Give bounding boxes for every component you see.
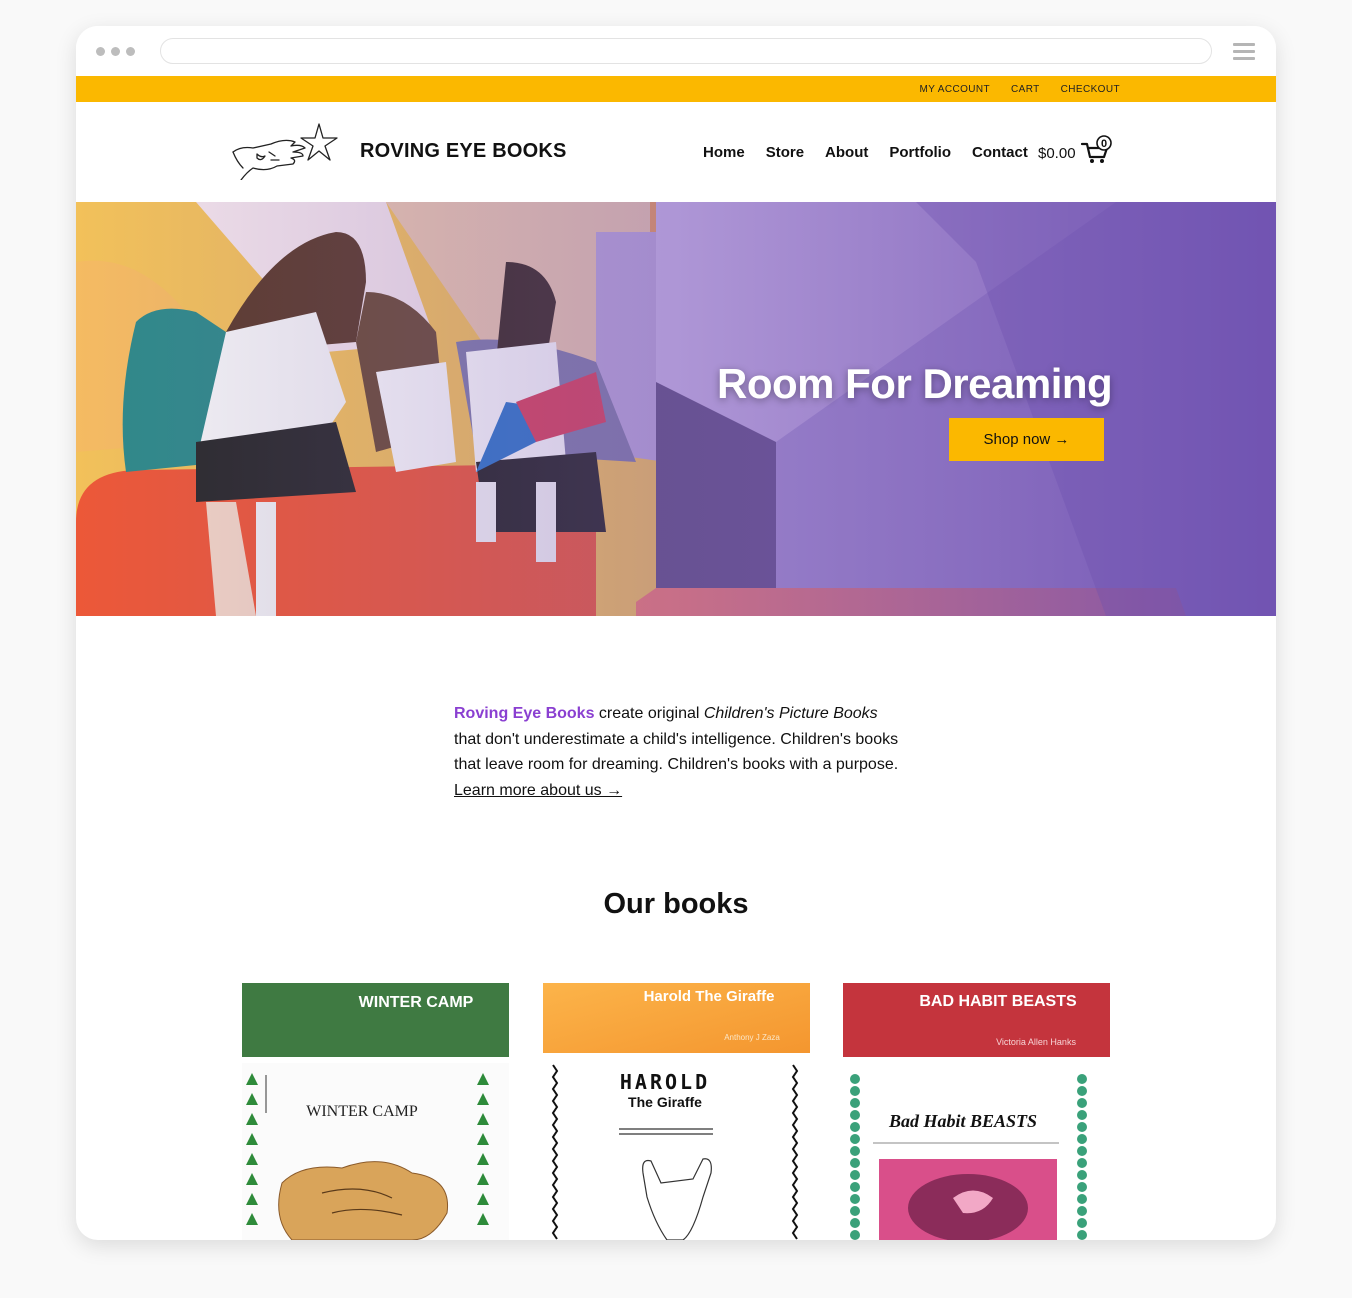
books-heading: Our books xyxy=(603,888,749,920)
cart-count: 0 xyxy=(1101,138,1107,150)
window-dot xyxy=(96,47,105,56)
nav-portfolio[interactable]: Portfolio xyxy=(889,144,951,161)
hero-banner: Room For Dreaming Shop now → xyxy=(76,202,1276,616)
checkout-link[interactable]: CHECKOUT xyxy=(1061,84,1120,95)
book-card-harold-the-giraffe[interactable]: Harold The Giraffe Anthony J Zaza HAROLD… xyxy=(543,983,810,1240)
address-bar[interactable] xyxy=(160,38,1212,64)
site-title[interactable]: ROVING EYE BOOKS xyxy=(360,140,567,163)
hero-title: Room For Dreaming xyxy=(717,360,1113,407)
intro-text-2: that don't underestimate a child's intel… xyxy=(454,730,899,774)
main-nav: Home Store About Portfolio Contact xyxy=(703,144,1028,161)
book-cover-title: WINTER CAMP xyxy=(306,1103,418,1120)
window-controls xyxy=(96,47,135,56)
book-card-winter-camp[interactable]: WINTER CAMP WINTER CAMP xyxy=(242,983,509,1240)
book-banner-title: BAD HABIT BEASTS xyxy=(919,993,1077,1010)
book-author: Anthony J Zaza xyxy=(724,1033,780,1042)
browser-chrome xyxy=(76,26,1276,76)
window-dot xyxy=(111,47,120,56)
hero-image xyxy=(76,202,1276,616)
shop-now-button[interactable]: Shop now → xyxy=(949,418,1104,461)
book-cover-title: HAROLD xyxy=(620,1070,710,1094)
book-cover-title: Bad Habit BEASTS xyxy=(888,1111,1037,1131)
cart-link[interactable]: CART xyxy=(1011,84,1040,95)
menu-icon[interactable] xyxy=(1233,43,1255,64)
site-header: ROVING EYE BOOKS Home Store About Portfo… xyxy=(76,102,1276,202)
intro-text-1: create original xyxy=(594,705,704,722)
learn-more-link[interactable]: Learn more about us → xyxy=(454,782,622,799)
window-dot xyxy=(126,47,135,56)
nav-contact[interactable]: Contact xyxy=(972,144,1028,161)
book-cover-subtitle: The Giraffe xyxy=(628,1094,702,1110)
shopping-cart-icon[interactable]: 0 xyxy=(1080,135,1112,165)
my-account-link[interactable]: MY ACCOUNT xyxy=(920,84,991,95)
intro-paragraph: Roving Eye Books create original Childre… xyxy=(454,701,904,803)
utility-bar: MY ACCOUNT CART CHECKOUT xyxy=(76,76,1276,102)
brand-name: Roving Eye Books xyxy=(454,705,595,722)
hand-star-logo-icon[interactable] xyxy=(231,122,339,180)
nav-store[interactable]: Store xyxy=(766,144,804,161)
cart-total[interactable]: $0.00 xyxy=(1038,145,1076,162)
book-banner-title: WINTER CAMP xyxy=(359,994,474,1011)
book-card-bad-habit-beasts[interactable]: BAD HABIT BEASTS Victoria Allen Hanks Ba… xyxy=(843,983,1110,1240)
nav-about[interactable]: About xyxy=(825,144,868,161)
book-banner-title: Harold The Giraffe xyxy=(644,988,775,1005)
intro-italic: Children's Picture Books xyxy=(703,705,878,722)
browser-window: MY ACCOUNT CART CHECKOUT ROVING EYE BOOK… xyxy=(76,26,1276,1240)
book-author: Victoria Allen Hanks xyxy=(996,1037,1076,1047)
nav-home[interactable]: Home xyxy=(703,144,745,161)
